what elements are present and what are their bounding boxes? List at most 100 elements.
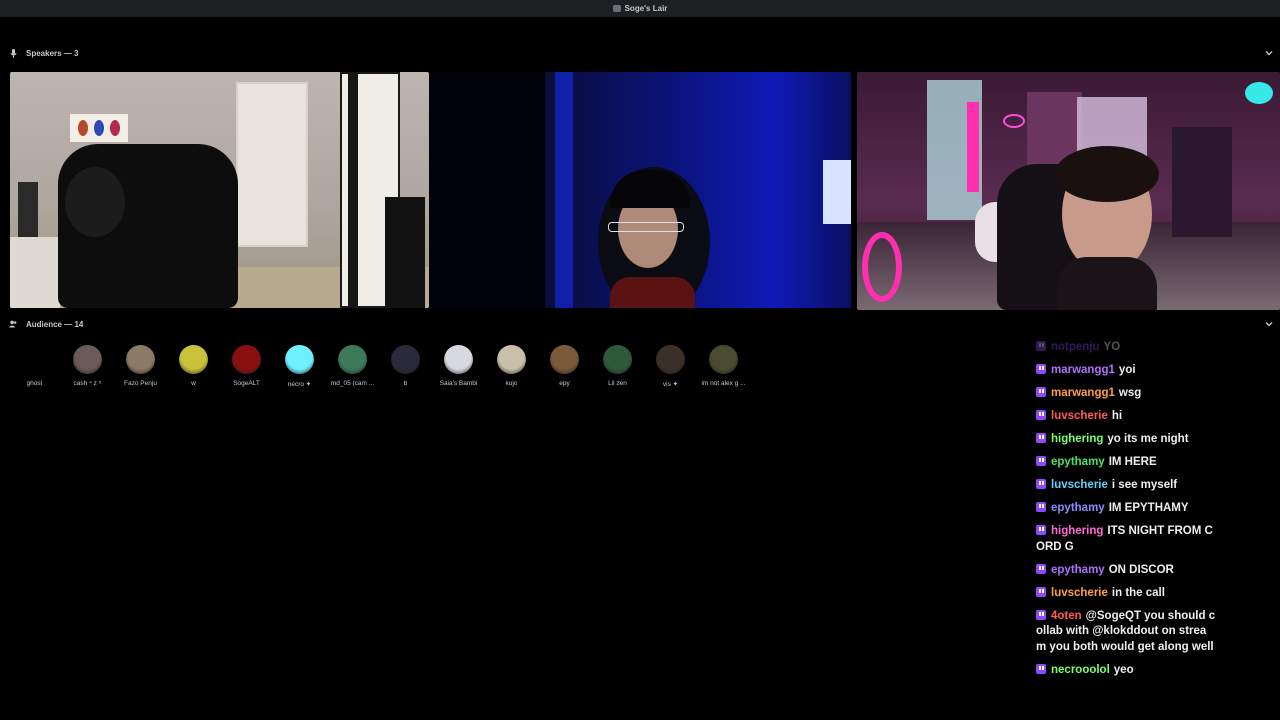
chat-message: marwangg1 yoi [1036,363,1216,379]
chat-message: epythamy IM HERE [1036,455,1216,471]
avatar [179,345,208,374]
audience-member[interactable]: Fazo Penju [114,345,167,390]
twitch-badge-icon [1036,387,1046,397]
audience-member[interactable]: Lil zen [591,345,644,390]
microphone-icon [9,48,17,58]
twitch-badge-icon [1036,586,1046,597]
audience-member-name: Lil zen [608,380,627,387]
chat-overlay: notpenju YO marwangg1 yoi marwangg1 wsg luvsch… [1036,340,1216,686]
audience-member[interactable]: b [379,345,432,390]
audience-member[interactable]: Saia's Bambi [432,345,485,390]
chat-message: necrooolol yeo [1036,663,1216,679]
chat-message-text: yeo [1113,663,1134,676]
chat-message-text: IM EPYTHAMY [1108,502,1189,514]
chat-username: highering [1051,433,1104,445]
avatar [73,345,102,374]
audience-member[interactable]: kujo [485,345,538,390]
audience-member-name: Fazo Penju [124,380,157,387]
speaker-video-tile-1[interactable] [10,72,429,308]
chat-username: necrooolol [1051,663,1110,676]
audience-member[interactable]: cash ⁴ z ⁵ [61,345,114,390]
chat-message-text: in the call [1111,586,1165,599]
audience-member[interactable]: SogeALT [220,345,273,390]
twitch-badge-icon [1036,663,1046,674]
audience-member[interactable]: md_05 (cam ... [326,345,379,390]
audience-count-label: Audience — 14 [26,319,84,329]
door [236,82,308,247]
stage-channel-icon [612,5,621,12]
avatar [232,345,261,374]
chat-message: marwangg1 wsg [1036,386,1216,402]
twitch-badge-icon [1036,433,1046,443]
audience-member[interactable]: necro ✦ [273,345,326,390]
chat-message: highering yo its me night [1036,432,1216,448]
chat-username: marwangg1 [1051,364,1115,376]
chevron-down-icon[interactable] [1264,48,1274,58]
twitch-badge-icon [1036,609,1046,620]
chat-message-text: hi [1111,410,1123,422]
audience-member[interactable]: w [167,345,220,390]
chat-username: luvscherie [1051,479,1108,491]
audience-member-name: SogeALT [233,380,260,387]
monitor-light [823,160,851,224]
chat-message: epythamy ON DISCOR [1036,563,1216,579]
chat-message-text: yo its me night [1107,433,1189,445]
chat-message-text: IM HERE [1108,456,1157,468]
audience-member[interactable]: epy [538,345,591,390]
speaker-video-tile-3[interactable] [857,72,1280,310]
chat-username: marwangg1 [1051,387,1115,399]
twitch-badge-icon [1036,364,1046,374]
neon-sign [862,232,902,302]
audience-member-name: im not alex g ... [701,380,746,387]
speakers-count-label: Speakers — 3 [26,48,79,58]
chat-message: notpenju YO [1036,340,1216,356]
audience-member[interactable]: ghost [8,345,61,390]
avatar [338,345,367,374]
audience-member[interactable]: im not alex g ... [697,345,750,390]
chat-username: highering [1051,525,1104,537]
wall-poster [70,114,128,142]
chat-username: epythamy [1051,456,1105,468]
people-icon [9,320,17,328]
avatar [285,345,314,374]
chat-message: 4oten @SogeQT you should collab with @klo… [1036,609,1216,656]
chat-message-text: i see myself [1111,479,1178,491]
audience-list: ghost cash ⁴ z ⁵ Fazo Penju w SogeALT necro ✦… [8,345,750,390]
speaker-video-tile-2[interactable] [430,72,851,308]
audience-member-name: w [191,380,196,387]
chat-username: 4oten [1051,609,1082,622]
avatar [603,345,632,374]
audience-member-name: epy [559,380,570,387]
avatar [391,345,420,374]
chat-message: luvscherie in the call [1036,586,1216,602]
window-title: Soge's Lair [624,4,668,13]
audience-member-name: kujo [505,380,518,387]
chat-username: luvscherie [1051,410,1108,422]
audience-member-name: md_05 (cam ... [330,380,375,387]
chat-message: epythamy IM EPYTHAMY [1036,501,1216,517]
chat-username: notpenju [1051,341,1100,353]
avatar [550,345,579,374]
avatar [20,345,49,374]
chat-message-text: ON DISCOR [1108,563,1174,576]
audience-member-name: vis ✦ [662,381,679,388]
chat-message: luvscherie hi [1036,409,1216,425]
chat-message-text: YO [1103,341,1121,353]
avatar [444,345,473,374]
chat-username: epythamy [1051,502,1105,514]
twitch-badge-icon [1036,479,1046,489]
audience-member[interactable]: vis ✦ [644,345,697,390]
audience-member-name: ghost [26,380,43,387]
audience-member-name: Saia's Bambi [439,380,478,387]
audience-header[interactable]: Audience — 14 [0,316,1280,332]
twitch-badge-icon [1036,563,1046,574]
audience-member-name: b [403,380,408,387]
chat-message: luvscherie i see myself [1036,478,1216,494]
avatar [709,345,738,374]
chevron-down-icon[interactable] [1264,319,1274,329]
speakers-header[interactable]: Speakers — 3 [0,45,1280,61]
chat-message: highering ITS NIGHT FROM CORD G [1036,524,1216,555]
twitch-badge-icon [1036,502,1046,512]
twitch-badge-icon [1036,456,1046,466]
audience-member-name: necro ✦ [287,381,312,388]
